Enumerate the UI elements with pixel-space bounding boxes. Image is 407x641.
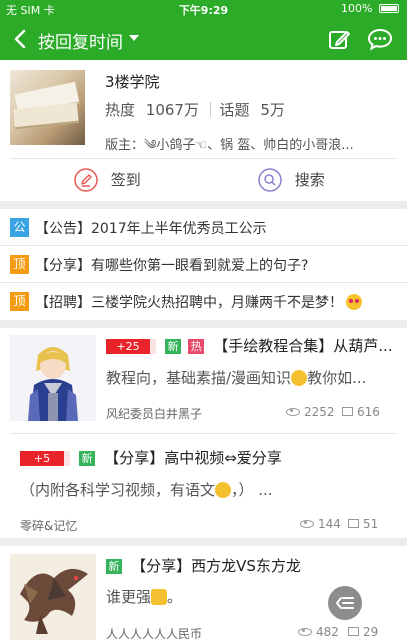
- view-count: 144: [300, 517, 341, 531]
- excerpt-text: 谁更强: [106, 588, 152, 606]
- new-badge: 新: [106, 559, 122, 574]
- pinned-item-share[interactable]: 顶 【分享】有哪些你第一眼看到就爱上的句子?: [0, 246, 407, 283]
- battery-status: 100%: [341, 2, 399, 15]
- comment-icon: [342, 407, 353, 416]
- eye-icon: [286, 408, 300, 416]
- eye-icon: [298, 628, 312, 636]
- pinned-item-announcement[interactable]: 公 【公告】2017年上半年优秀员工公示: [0, 209, 407, 246]
- battery-percent: 100%: [341, 2, 373, 15]
- post-excerpt: （内附各科学习视频，有语文 ，） ...: [20, 479, 390, 500]
- comment-count: 29: [348, 625, 378, 639]
- search-icon: [258, 168, 282, 192]
- heat-label: 热度: [105, 101, 136, 119]
- sticky-badge: 顶: [10, 255, 29, 274]
- checkin-label: 签到: [110, 171, 141, 189]
- pinned-item-recruit[interactable]: 顶 【招聘】三楼学院火热招聘中，月赚两千不是梦！: [0, 283, 407, 320]
- comment-count-value: 51: [363, 517, 379, 531]
- new-badge: 新: [79, 451, 96, 466]
- post-thumbnail: [10, 335, 96, 421]
- thumbs-up-emoji-icon: [151, 589, 168, 605]
- topic-label: 话题: [219, 101, 250, 119]
- post-item[interactable]: +5 新 【分享】高中视频⇔爱分享 （内附各科学习视频，有语文 ，） ... 零碎…: [0, 434, 407, 538]
- eye-icon: [300, 520, 314, 528]
- post-author[interactable]: 零碎&记忆: [20, 517, 77, 534]
- forum-name: 3楼学院: [105, 73, 160, 91]
- pinned-title-wrap: 【招聘】三楼学院火热招聘中，月赚两千不是梦！: [35, 292, 362, 312]
- post-thumbnail: [10, 554, 96, 640]
- post-excerpt: 谁更强。: [106, 586, 326, 607]
- comment-count-value: 29: [363, 625, 379, 639]
- sort-title[interactable]: 按回复时间: [38, 28, 123, 53]
- forum-stats: 热度 1067万 话题 5万: [105, 99, 285, 120]
- section-gap: [0, 538, 407, 546]
- heat-value: 1067万: [145, 101, 199, 119]
- action-row: 签到 搜索: [0, 159, 407, 201]
- comment-count: 616: [342, 405, 380, 419]
- post-title: 【分享】高中视频⇔爱分享: [104, 449, 282, 467]
- excerpt-text: 教程向，基础素描/漫画知识: [106, 369, 292, 387]
- hot-badge: 热: [188, 339, 205, 354]
- topic-value: 5万: [260, 101, 285, 119]
- search-label: 搜索: [294, 171, 325, 189]
- sticky-badge: 顶: [10, 292, 29, 311]
- comment-count: 51: [348, 517, 378, 531]
- section-gap: [0, 201, 407, 209]
- collapse-list-icon: [336, 597, 354, 609]
- pencil-icon: [74, 168, 98, 192]
- post-author[interactable]: 风纪委员白井黑子: [106, 405, 202, 422]
- excerpt-text: （内附各科学习视频，有语文: [20, 481, 216, 499]
- grin-emoji-icon: [291, 370, 308, 386]
- stats-divider: [209, 102, 211, 117]
- excerpt-text-end: 教你如...: [307, 369, 367, 387]
- view-count-value: 144: [318, 517, 341, 531]
- view-count: 482: [298, 625, 339, 639]
- comment-icon: [348, 627, 359, 636]
- back-chevron-icon[interactable]: [10, 27, 32, 51]
- forum-header[interactable]: 3楼学院 热度 1067万 话题 5万 版主：༄小鸽子☜、锅 盔、帅白的小哥浪.…: [0, 60, 407, 158]
- pinned-title: 【分享】有哪些你第一眼看到就爱上的句子?: [35, 258, 309, 274]
- post-title-row: +5 新 【分享】高中视频⇔爱分享: [20, 447, 390, 468]
- post-title-row: 新 【分享】西方龙VS东方龙: [106, 555, 301, 576]
- pinned-list: 公 【公告】2017年上半年优秀员工公示 顶 【分享】有哪些你第一眼看到就爱上的…: [0, 209, 407, 320]
- floating-menu-button[interactable]: [328, 586, 362, 620]
- comment-icon: [348, 519, 359, 528]
- section-gap: [0, 320, 407, 328]
- status-bar: 无 SIM 卡 下午9:29 100%: [0, 0, 407, 18]
- nav-bar: 按回复时间: [0, 18, 407, 60]
- edit-icon[interactable]: [327, 27, 351, 51]
- view-count-value: 482: [316, 625, 339, 639]
- forum-cover-image: [10, 70, 85, 145]
- post-title: 【分享】西方龙VS东方龙: [131, 557, 301, 575]
- excerpt-text-end: 。: [167, 588, 183, 606]
- announcement-badge: 公: [10, 218, 29, 237]
- post-title-row: +25 新 热 【手绘教程合集】从葫芦...: [106, 335, 396, 356]
- excerpt-text-end: ，） ...: [231, 481, 273, 499]
- message-icon[interactable]: [367, 27, 393, 51]
- search-button[interactable]: 搜索: [258, 168, 325, 192]
- heart-eyes-emoji-icon: [346, 294, 362, 310]
- view-count: 2252: [286, 405, 335, 419]
- post-item[interactable]: +25 新 热 【手绘教程合集】从葫芦... 教程向，基础素描/漫画知识 教你如.…: [0, 328, 407, 432]
- pinned-title: 【公告】2017年上半年优秀员工公示: [35, 221, 267, 237]
- pinned-title: 【招聘】三楼学院火热招聘中，月赚两千不是梦！: [35, 295, 343, 311]
- comment-count-value: 616: [357, 405, 380, 419]
- battery-icon: [379, 4, 399, 13]
- score-badge: +5: [20, 451, 70, 466]
- view-count-value: 2252: [304, 405, 335, 419]
- post-author[interactable]: 人人人人人人民币: [106, 625, 202, 641]
- post-excerpt: 教程向，基础素描/漫画知识 教你如...: [106, 367, 396, 388]
- new-badge: 新: [165, 339, 182, 354]
- score-badge: +25: [106, 339, 156, 354]
- post-title: 【手绘教程合集】从葫芦...: [213, 337, 393, 355]
- caret-down-icon[interactable]: [129, 35, 139, 41]
- tongue-emoji-icon: [215, 482, 232, 498]
- checkin-button[interactable]: 签到: [74, 168, 141, 192]
